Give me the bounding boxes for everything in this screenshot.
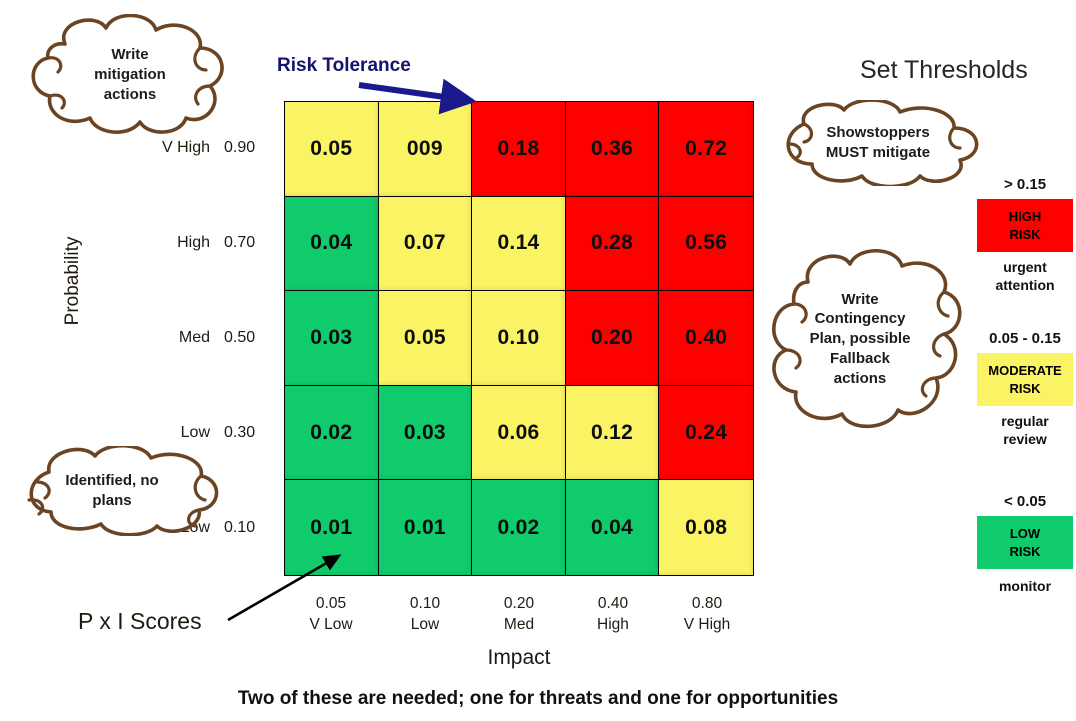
legend-moderate-note: regular review xyxy=(1001,413,1049,448)
matrix-cell: 0.04 xyxy=(565,480,660,575)
legend-moderate-threshold: 0.05 - 0.15 xyxy=(989,330,1061,347)
matrix-cell: 0.36 xyxy=(565,102,660,197)
matrix-cell: 0.07 xyxy=(378,196,473,292)
x-axis-tick-name: V Low xyxy=(309,615,353,633)
legend-low-note: monitor xyxy=(998,578,1052,594)
matrix-cell: 0.20 xyxy=(565,291,660,386)
risk-matrix-grid: 0.05 009 0.18 0.36 0.72 0.04 0.07 0.14 0.28 0.56 0… xyxy=(284,101,754,576)
matrix-cell: 0.05 xyxy=(378,291,473,386)
y-axis-tick-name: Med xyxy=(178,328,210,346)
callout-contingency-text: Write Contingency Plan, possible Fallbac… xyxy=(809,290,911,387)
pxi-scores-label: P x I Scores xyxy=(78,608,202,634)
matrix-cell: 0.08 xyxy=(659,480,753,575)
y-axis-tick-name: Low xyxy=(180,423,210,441)
matrix-cell: 0.28 xyxy=(565,196,660,292)
legend-high-risk-title: HIGH RISK xyxy=(1008,208,1042,242)
callout-showstoppers-must-mitigate: Showstoppers MUST mitigate xyxy=(760,100,996,186)
risk-tolerance-label: Risk Tolerance xyxy=(277,55,411,76)
y-axis-tick-name: V High xyxy=(161,138,210,156)
callout-write-mitigation-actions: Write mitigation actions xyxy=(18,14,238,136)
legend-moderate-risk-title: MODERATE RISK xyxy=(988,362,1062,396)
callout-identified-no-plans: Identified, no plans xyxy=(5,446,227,536)
x-axis-tick-value: 0.80 xyxy=(691,595,723,612)
matrix-cell: 0.01 xyxy=(285,480,379,575)
x-axis-tick-value: 0.10 xyxy=(409,595,441,612)
y-axis-tick: Med 0.50 xyxy=(120,329,270,347)
legend-high-risk-swatch: HIGH RISK xyxy=(977,199,1073,252)
x-axis-tick-name: High xyxy=(597,615,629,633)
callout-identified-text: Identified, no plans xyxy=(65,472,159,509)
footer-caption: Two of these are needed; one for threats… xyxy=(237,688,839,709)
set-thresholds-heading: Set Thresholds xyxy=(860,56,1028,84)
matrix-cell: 0.02 xyxy=(285,385,379,481)
matrix-cell: 0.06 xyxy=(472,385,566,481)
x-axis-title: Impact xyxy=(487,646,551,669)
matrix-cell: 0.40 xyxy=(659,291,753,386)
matrix-cell: 0.04 xyxy=(285,196,379,292)
legend-low-risk-swatch: LOW RISK xyxy=(977,516,1073,569)
matrix-cell: 0.18 xyxy=(472,102,566,197)
legend-high-note: urgent attention xyxy=(995,259,1055,294)
y-axis-tick-value: 0.90 xyxy=(224,138,256,156)
matrix-cell: 0.72 xyxy=(659,102,753,197)
x-axis-tick-name: V High xyxy=(683,615,731,633)
callout-showstoppers-text: Showstoppers MUST mitigate xyxy=(825,124,931,161)
matrix-cell: 0.10 xyxy=(472,291,566,386)
y-axis-tick: High 0.70 xyxy=(120,234,270,252)
legend-low-risk-title: LOW RISK xyxy=(1009,525,1041,559)
y-axis-tick-value: 0.70 xyxy=(224,233,256,251)
x-axis-tick: 0.80 V High xyxy=(660,594,754,636)
y-axis-tick: V High 0.90 xyxy=(120,139,270,157)
callout-mitigation-text: Write mitigation actions xyxy=(94,46,166,103)
y-axis-tick-value: 0.50 xyxy=(224,328,256,346)
x-axis-tick: 0.40 High xyxy=(566,594,660,636)
callout-write-contingency-plan: Write Contingency Plan, possible Fallbac… xyxy=(754,246,966,432)
y-axis-title: Probability xyxy=(62,236,83,326)
matrix-cell: 0.24 xyxy=(659,385,753,481)
matrix-cell: 0.14 xyxy=(472,196,566,292)
matrix-cell: 0.02 xyxy=(472,480,566,575)
y-axis-tick-name: High xyxy=(177,233,210,251)
x-axis-tick: 0.05 V Low xyxy=(284,594,378,636)
y-axis-tick-value: 0.10 xyxy=(224,518,256,536)
matrix-cell: 0.05 xyxy=(285,102,379,197)
x-axis-tick-value: 0.40 xyxy=(597,595,629,612)
matrix-cell: 0.03 xyxy=(285,291,379,386)
matrix-cell: 0.12 xyxy=(565,385,660,481)
y-axis-tick: Low 0.30 xyxy=(120,424,270,442)
x-axis-tick-value: 0.20 xyxy=(503,595,535,612)
matrix-cell: 0.56 xyxy=(659,196,753,292)
x-axis-tick-name: Low xyxy=(410,615,440,633)
x-axis-tick-name: Med xyxy=(503,615,535,633)
legend-high-threshold: > 0.15 xyxy=(1003,176,1047,193)
matrix-cell: 009 xyxy=(378,102,473,197)
x-axis-tick: 0.20 Med xyxy=(472,594,566,636)
x-axis-tick-value: 0.05 xyxy=(315,595,347,612)
risk-tolerance-arrow xyxy=(358,78,477,115)
legend-low-threshold: < 0.05 xyxy=(1003,493,1047,510)
matrix-cell: 0.03 xyxy=(378,385,473,481)
matrix-cell: 0.01 xyxy=(378,480,473,575)
x-axis-tick: 0.10 Low xyxy=(378,594,472,636)
y-axis-tick-value: 0.30 xyxy=(224,423,256,441)
legend-moderate-risk-swatch: MODERATE RISK xyxy=(977,353,1073,406)
